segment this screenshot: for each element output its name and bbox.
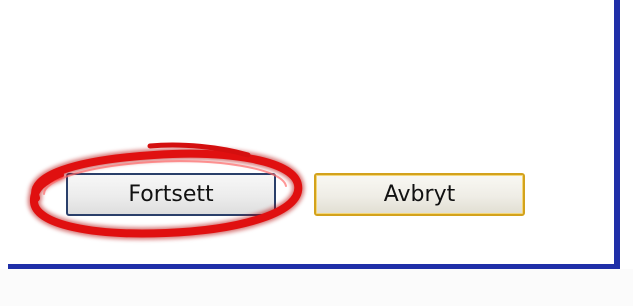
dialog-bottom-border: [8, 264, 620, 269]
red-highlight-circle: [28, 142, 305, 240]
dialog-right-border: [614, 0, 620, 269]
screenshot-canvas: Fortsett Avbryt: [0, 0, 633, 306]
background-area: [0, 269, 633, 306]
cancel-button[interactable]: Avbryt: [314, 173, 525, 216]
continue-button[interactable]: Fortsett: [66, 173, 276, 216]
